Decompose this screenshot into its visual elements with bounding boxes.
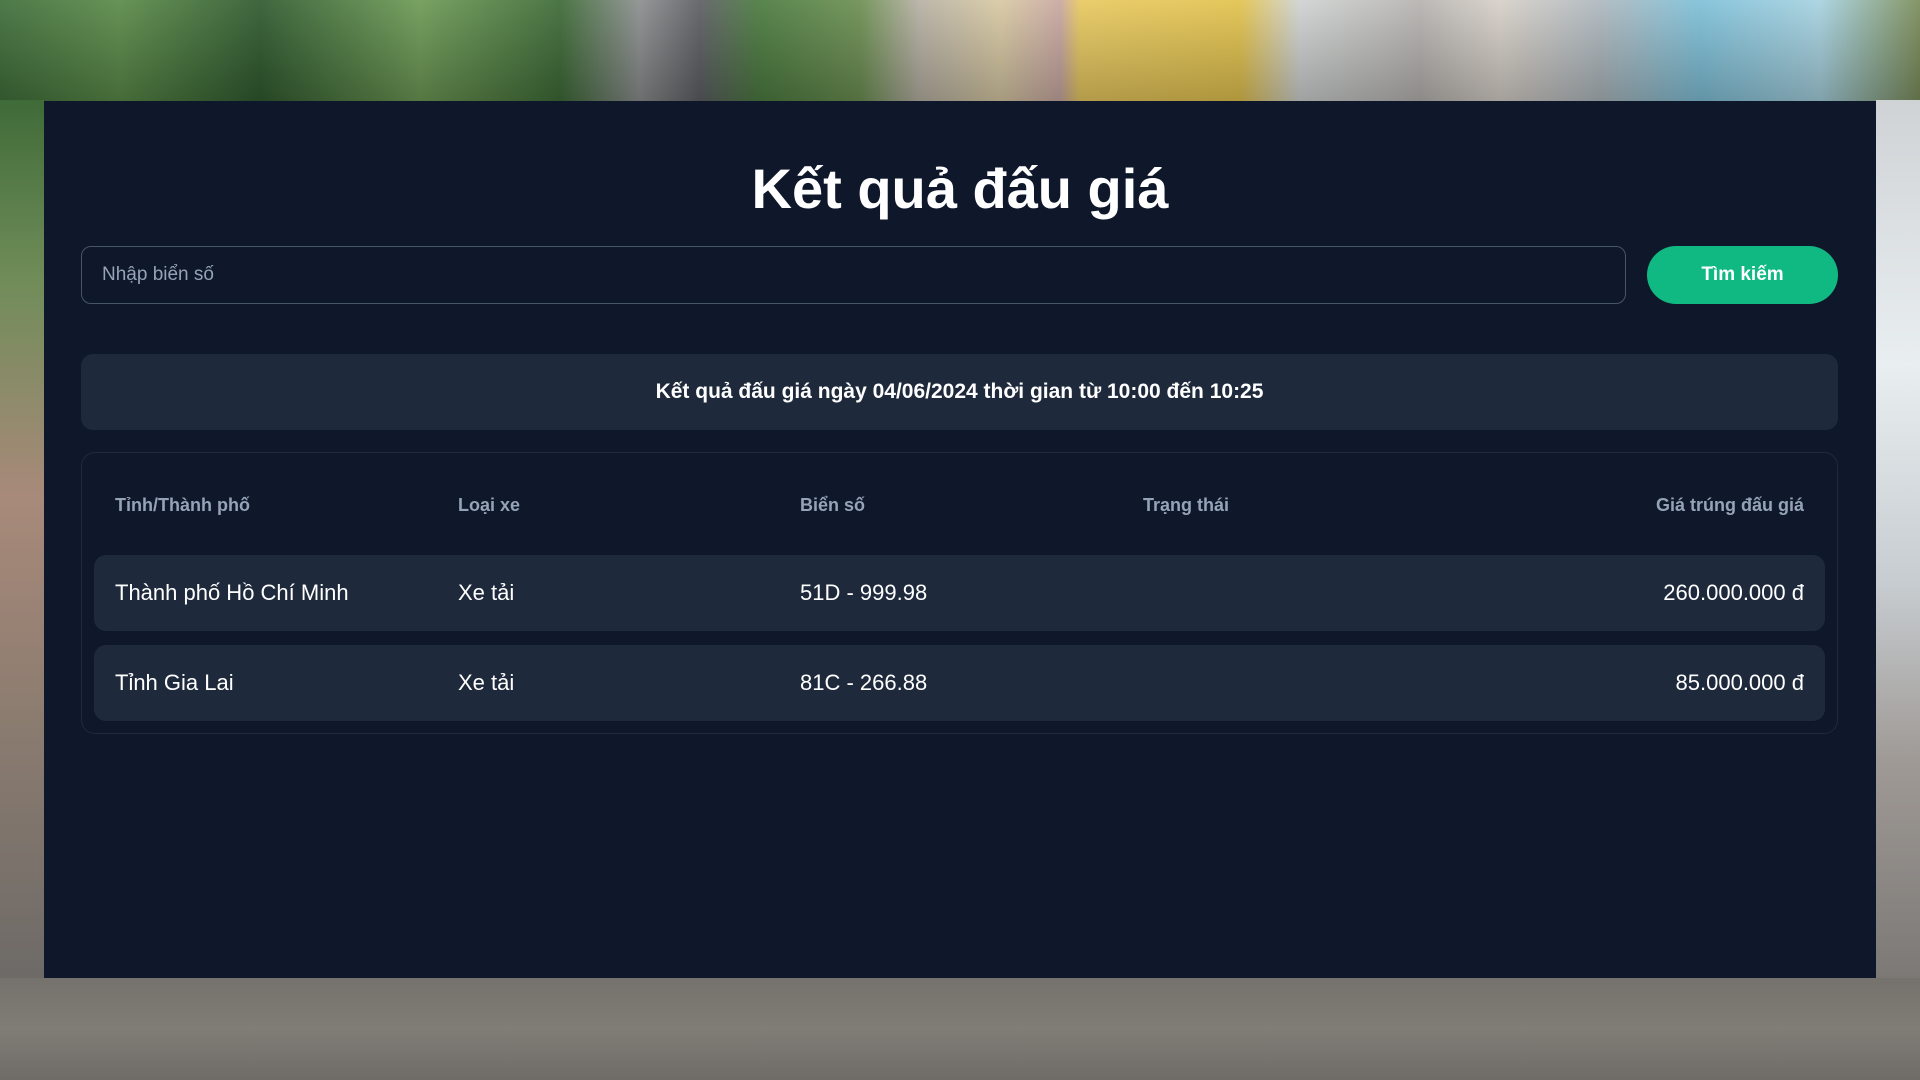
cell-vehicle-type: Xe tải (458, 580, 515, 605)
cell-province: Tỉnh Gia Lai (115, 670, 234, 695)
city-scenery-right (1876, 100, 1920, 980)
cell-province: Thành phố Hồ Chí Minh (115, 580, 349, 605)
cell-winning-price: 85.000.000 đ (1675, 670, 1804, 695)
search-button[interactable]: Tìm kiếm (1647, 246, 1838, 304)
cell-winning-price: 260.000.000 đ (1663, 580, 1804, 605)
table-header: Tỉnh/Thành phố Loại xe Biển số Trạng thá… (82, 453, 1837, 555)
header-vehicle-type: Loại xe (458, 495, 521, 515)
header-plate: Biển số (800, 495, 866, 515)
auction-session-banner: Kết quả đấu giá ngày 04/06/2024 thời gia… (81, 354, 1838, 430)
city-scenery-left (0, 100, 44, 980)
road-scenery-bottom (0, 978, 1920, 1080)
table-row[interactable]: Thành phố Hồ Chí Minh Xe tải 51D - 999.9… (94, 555, 1825, 631)
results-table: Tỉnh/Thành phố Loại xe Biển số Trạng thá… (81, 452, 1838, 734)
cell-plate: 51D - 999.98 (800, 580, 928, 605)
header-province: Tỉnh/Thành phố (115, 495, 250, 515)
header-status: Trạng thái (1143, 495, 1230, 515)
header-winning-price: Giá trúng đấu giá (1655, 495, 1804, 515)
cell-plate: 81C - 266.88 (800, 670, 928, 695)
page-title: Kết quả đấu giá (751, 157, 1169, 220)
auction-session-text: Kết quả đấu giá ngày 04/06/2024 thời gia… (655, 380, 1264, 403)
city-scenery-top (0, 0, 1920, 110)
plate-search-input[interactable] (81, 246, 1626, 304)
cell-vehicle-type: Xe tải (458, 670, 515, 695)
table-row[interactable]: Tỉnh Gia Lai Xe tải 81C - 266.88 85.000.… (94, 645, 1825, 721)
